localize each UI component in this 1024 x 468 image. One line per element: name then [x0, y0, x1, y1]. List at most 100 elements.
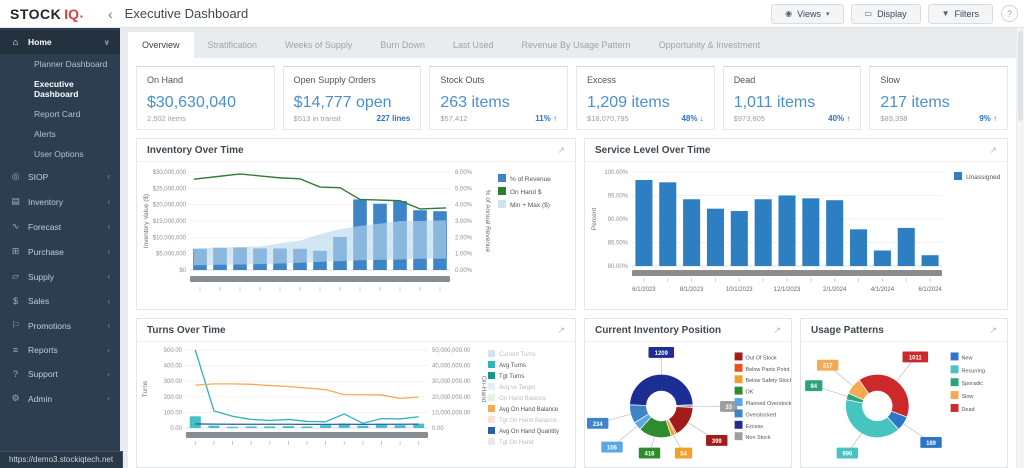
sidebar-item-sales[interactable]: $Sales‹ [0, 289, 120, 313]
tab-last-used[interactable]: Last Used [439, 32, 508, 58]
kpi-row: On Hand$30,630,0402,502 itemsOpen Supply… [136, 66, 1008, 130]
svg-text:217: 217 [823, 364, 834, 370]
scrollbar-thumb[interactable] [1018, 31, 1023, 121]
tab-weeks-of-supply[interactable]: Weeks of Supply [271, 32, 366, 58]
trend-up-icon: ↑ [553, 114, 557, 123]
button-label: Display [877, 9, 907, 19]
trend-down-icon: ↓ [700, 114, 704, 123]
sidebar-subitem-alerts[interactable]: Alerts [0, 124, 120, 144]
sidebar-subitem-user-options[interactable]: User Options [0, 144, 120, 164]
sidebar-item-label: Support [28, 369, 58, 379]
svg-text:Out Of Stock: Out Of Stock [746, 355, 777, 361]
kpi-sub-right: 9% ↑ [979, 114, 997, 123]
sidebar-item-label: Supply [28, 272, 54, 282]
turns-over-time-title: Turns Over Time [147, 325, 226, 336]
sidebar-subitem-planner-dashboard[interactable]: Planner Dashboard [0, 54, 120, 74]
svg-text:50,000,000.00: 50,000,000.00 [432, 348, 471, 354]
boxes-icon: ▤ [10, 196, 21, 207]
kpi-card-slow[interactable]: Slow217 items$89,3989% ↑ [869, 66, 1008, 130]
kpi-card-open-supply-orders[interactable]: Open Supply Orders$14,777 open$513 in tr… [283, 66, 422, 130]
views-button[interactable]: ◉Views▾ [771, 4, 843, 24]
sidebar-nav: ⌂Home∨Planner DashboardExecutive Dashboa… [0, 28, 120, 468]
svg-text:3.00%: 3.00% [455, 219, 473, 225]
tab-stratification[interactable]: Stratification [194, 32, 272, 58]
svg-text:Avg On Hand Balance: Avg On Hand Balance [499, 407, 559, 413]
svg-text:$25,000,000: $25,000,000 [153, 186, 187, 192]
chevron-left-icon: ‹ [107, 222, 110, 231]
svg-text:Below Safety Stock: Below Safety Stock [746, 378, 792, 384]
svg-text:20,000,000.00: 20,000,000.00 [432, 395, 471, 401]
svg-text:$15,000,000: $15,000,000 [153, 219, 187, 225]
kpi-title: On Hand [147, 75, 264, 85]
kpi-card-excess[interactable]: Excess1,209 items$18,070,79548% ↓ [576, 66, 715, 130]
sidebar-item-reports[interactable]: ≡Reports‹ [0, 338, 120, 362]
tab-burn-down[interactable]: Burn Down [366, 32, 439, 58]
svg-text:189: 189 [926, 441, 937, 447]
sidebar-subitem-executive-dashboard[interactable]: Executive Dashboard [0, 74, 120, 104]
expand-icon[interactable]: ↗ [557, 325, 565, 336]
sidebar-item-label: Promotions [28, 321, 71, 331]
kpi-subrow: $973,80540% ↑ [734, 114, 851, 123]
sidebar-item-supply[interactable]: ▱Supply‹ [0, 264, 120, 289]
expand-icon[interactable]: ↗ [557, 145, 565, 156]
sidebar-subitem-report-card[interactable]: Report Card [0, 104, 120, 124]
logo-iq-text: IQ [64, 6, 79, 22]
vertical-scrollbar[interactable] [1017, 28, 1024, 468]
filters-button[interactable]: ▼Filters [928, 4, 993, 24]
svg-text:Percent: Percent [591, 208, 598, 231]
button-label: Filters [955, 9, 980, 19]
sidebar-item-home[interactable]: ⌂Home∨ [0, 30, 120, 54]
svg-text:33: 33 [725, 405, 732, 411]
chevron-left-icon: ‹ [107, 394, 110, 403]
tab-overview[interactable]: Overview [128, 32, 194, 58]
svg-text:200.00: 200.00 [164, 395, 183, 401]
sidebar-item-label: Sales [28, 296, 49, 306]
svg-text:100.00%: 100.00% [604, 170, 628, 176]
sidebar-item-purchase[interactable]: ⊞Purchase‹ [0, 239, 120, 264]
svg-text:$0: $0 [179, 268, 186, 274]
chart-row-2: Turns Over Time ↗ 0.000.00100.0010,000,0… [136, 318, 1008, 468]
kpi-subrow: 2,502 items [147, 114, 264, 123]
kpi-subrow: $18,070,79548% ↓ [587, 114, 704, 123]
expand-icon[interactable]: ↗ [773, 325, 781, 336]
sidebar-item-label: SIOP [28, 172, 48, 182]
kpi-sub-left: $973,805 [734, 114, 765, 123]
svg-text:6/1/2024: 6/1/2024 [918, 287, 942, 293]
svg-text:Turns: Turns [142, 380, 149, 397]
sidebar-item-admin[interactable]: ⚙Admin‹ [0, 386, 120, 411]
svg-text:$20,000,000: $20,000,000 [153, 203, 187, 209]
expand-icon[interactable]: ↗ [989, 325, 997, 336]
kpi-card-stock-outs[interactable]: Stock Outs263 items$57,41211% ↑ [429, 66, 568, 130]
kpi-subrow: $57,41211% ↑ [440, 114, 557, 123]
display-button[interactable]: ▭Display [851, 4, 921, 24]
service-level-chart: 80.00%85.00%90.00%95.00%100.00%6/1/20238… [586, 164, 1008, 304]
sidebar-item-support[interactable]: ?Support‹ [0, 362, 120, 386]
turns-over-time-panel: Turns Over Time ↗ 0.000.00100.0010,000,0… [136, 318, 576, 468]
svg-text:Tgt On Hand: Tgt On Hand [499, 440, 533, 446]
svg-text:6.00%: 6.00% [455, 170, 473, 176]
svg-text:1.00%: 1.00% [455, 252, 473, 258]
sidebar-item-forecast[interactable]: ∿Forecast‹ [0, 214, 120, 239]
kpi-card-dead[interactable]: Dead1,011 items$973,80540% ↑ [723, 66, 862, 130]
dollar-icon: $ [10, 296, 21, 306]
tab-opportunity-investment[interactable]: Opportunity & Investment [645, 32, 775, 58]
kpi-card-on-hand[interactable]: On Hand$30,630,0402,502 items [136, 66, 275, 130]
svg-text:Sporadic: Sporadic [962, 381, 984, 387]
collapse-sidebar-icon[interactable]: ‹ [108, 6, 113, 22]
turns-over-time-chart: 0.000.00100.0010,000,000.00200.0020,000,… [138, 344, 574, 448]
tab-revenue-by-usage-pattern[interactable]: Revenue By Usage Pattern [507, 32, 644, 58]
svg-text:106: 106 [607, 446, 618, 452]
kpi-title: Excess [587, 75, 704, 85]
help-button[interactable]: ? [1001, 5, 1018, 22]
inventory-over-time-panel: Inventory Over Time ↗ $0$5,000,000$10,00… [136, 138, 576, 310]
svg-text:Current Turns: Current Turns [499, 352, 536, 358]
sidebar-item-inventory[interactable]: ▤Inventory‹ [0, 189, 120, 214]
kpi-value: 263 items [440, 94, 557, 112]
sidebar-item-promotions[interactable]: ⚐Promotions‹ [0, 313, 120, 338]
sidebar-item-siop[interactable]: ◎SIOP‹ [0, 164, 120, 189]
expand-icon[interactable]: ↗ [989, 145, 997, 156]
svg-text:40,000,000.00: 40,000,000.00 [432, 364, 471, 370]
tab-bar: OverviewStratificationWeeks of SupplyBur… [128, 32, 1016, 58]
svg-text:$30,000,000: $30,000,000 [153, 170, 187, 176]
svg-text:500.00: 500.00 [164, 348, 183, 354]
